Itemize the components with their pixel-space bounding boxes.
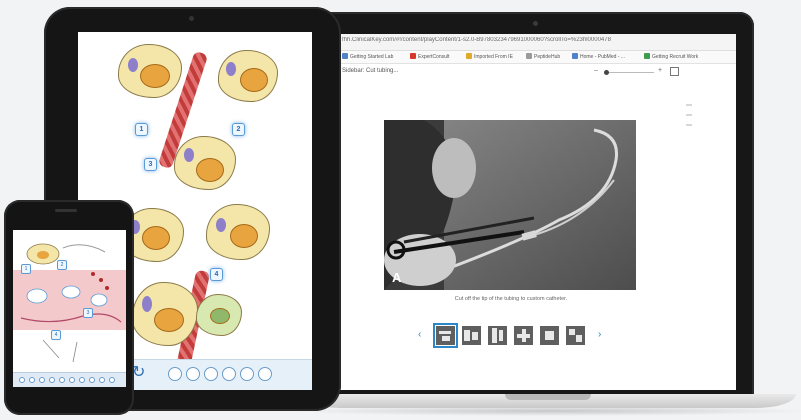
bookmark-item[interactable]: Imported From IE <box>466 53 513 60</box>
laptop-camera <box>533 21 538 26</box>
phone-speaker <box>55 209 77 212</box>
content-title: Sidebar: Cut tubing... <box>342 68 399 74</box>
laptop-hinge-notch <box>505 394 591 400</box>
thumbnail[interactable] <box>540 326 559 345</box>
bookmark-item[interactable]: ExpertConsult <box>410 53 449 60</box>
side-panel <box>686 104 726 134</box>
main-figure-image: A <box>384 120 636 290</box>
step-marker[interactable]: 4 <box>210 268 223 281</box>
toolbar-button[interactable] <box>204 367 218 381</box>
step-marker[interactable]: 3 <box>83 308 93 318</box>
bookmark-icon <box>466 53 472 59</box>
step-marker[interactable]: 2 <box>57 260 67 270</box>
toolbar-button[interactable] <box>99 377 105 383</box>
toolbar-button[interactable] <box>168 367 182 381</box>
fullscreen-icon[interactable] <box>670 67 679 76</box>
thumbnail[interactable] <box>514 326 533 345</box>
toolbar-button[interactable] <box>89 377 95 383</box>
toolbar-button[interactable] <box>186 367 200 381</box>
scissors-cutting-tubing-photo <box>384 120 636 290</box>
url-text[interactable]: fhh.ClinicalKey.com/#!/content/playConte… <box>342 37 672 43</box>
bookmark-icon <box>342 53 348 59</box>
phone-diagram <box>20 243 122 363</box>
toolbar-button[interactable] <box>69 377 75 383</box>
bookmarks-bar: Getting Started Lab ExpertConsult Import… <box>336 51 736 64</box>
browser-address-bar[interactable]: fhh.ClinicalKey.com/#!/content/playConte… <box>336 34 736 51</box>
toolbar-button[interactable] <box>19 377 25 383</box>
figure-panel-label: A <box>392 270 402 285</box>
toolbar-button[interactable] <box>109 377 115 383</box>
bookmark-icon <box>410 53 416 59</box>
step-marker[interactable]: 1 <box>135 123 148 136</box>
toolbar-button[interactable] <box>79 377 85 383</box>
toolbar-button[interactable] <box>59 377 65 383</box>
zoom-out-icon[interactable]: – <box>594 67 598 74</box>
thumbnail[interactable] <box>488 326 507 345</box>
refresh-icon[interactable]: ↻ <box>132 362 145 382</box>
bookmark-item[interactable]: Getting Recruit Work <box>644 53 698 60</box>
step-marker[interactable]: 2 <box>232 123 245 136</box>
phone-toolbar <box>13 372 126 387</box>
thumbnail[interactable] <box>462 326 481 345</box>
thumbnail[interactable] <box>433 323 458 348</box>
bookmark-icon <box>572 53 578 59</box>
laptop-screen: fhh.ClinicalKey.com/#!/content/playConte… <box>336 34 736 390</box>
zoom-in-icon[interactable]: + <box>658 67 662 74</box>
figure-caption: Cut off the tip of the tubing to custom … <box>454 296 568 302</box>
previous-image-button[interactable]: ‹ <box>418 329 421 340</box>
toolbar-button[interactable] <box>39 377 45 383</box>
step-marker[interactable]: 1 <box>21 264 31 274</box>
bookmark-item[interactable]: PeptideHub <box>526 53 560 60</box>
toolbar-button[interactable] <box>49 377 55 383</box>
toolbar-button[interactable] <box>240 367 254 381</box>
bookmark-item[interactable]: Getting Started Lab <box>342 53 393 60</box>
toolbar-button[interactable] <box>258 367 272 381</box>
toolbar-button[interactable] <box>222 367 236 381</box>
tablet-camera <box>189 16 194 21</box>
bookmark-icon <box>644 53 650 59</box>
phone-screen: 1 2 3 4 <box>13 230 126 386</box>
thumbnail[interactable] <box>566 326 585 345</box>
zoom-slider-track[interactable] <box>604 72 654 73</box>
step-marker[interactable]: 4 <box>51 330 61 340</box>
next-image-button[interactable]: › <box>598 329 601 340</box>
bookmark-item[interactable]: Home - PubMed - ... <box>572 53 625 60</box>
toolbar-button[interactable] <box>29 377 35 383</box>
step-marker[interactable]: 3 <box>144 158 157 171</box>
bookmark-icon <box>526 53 532 59</box>
zoom-slider-handle[interactable] <box>604 70 609 75</box>
